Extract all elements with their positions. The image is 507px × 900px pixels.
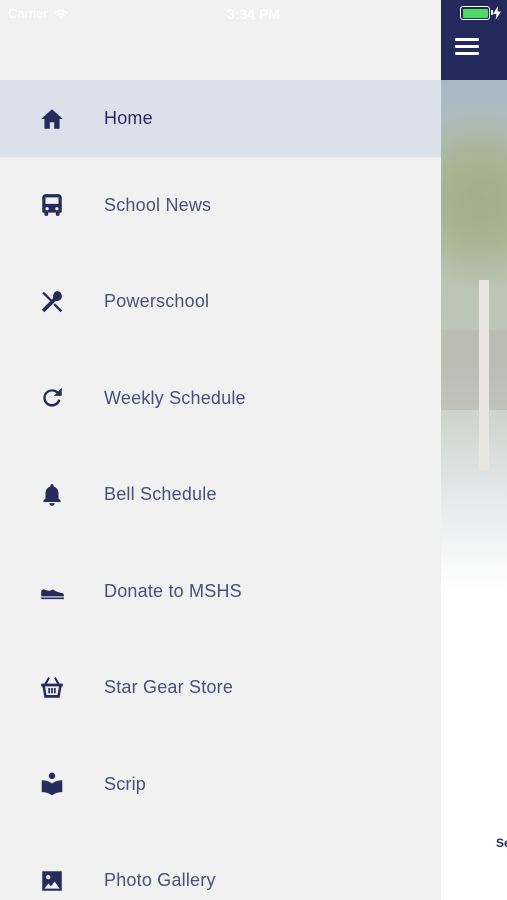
menu-item-photo-gallery[interactable]: Photo Gallery — [0, 833, 441, 900]
menu-item-label: School News — [104, 194, 212, 215]
menu-item-school-news[interactable]: School News — [0, 157, 441, 254]
menu-item-label: Home — [104, 108, 153, 128]
menu-item-scrip[interactable]: Scrip — [0, 736, 441, 833]
battery-icon — [460, 6, 493, 20]
refresh-icon — [36, 382, 68, 414]
menu-item-donate-to-mshs[interactable]: Donate to MSHS — [0, 543, 441, 640]
shoe-icon — [36, 575, 68, 607]
bus-icon — [36, 189, 68, 221]
menu-item-powerschool[interactable]: Powerschool — [0, 254, 441, 351]
battery-level — [462, 8, 488, 18]
bolt-icon — [493, 6, 501, 20]
menu-item-home[interactable]: Home — [0, 80, 441, 157]
main-content[interactable]: Se — [441, 0, 507, 900]
status-time: 3:34 PM — [227, 6, 280, 22]
hero-image — [441, 80, 507, 590]
navigation-drawer: Home School News Powerschool Weekly Schedul… — [0, 0, 441, 900]
menu-item-bell-schedule[interactable]: Bell Schedule — [0, 447, 441, 544]
status-right — [460, 6, 501, 20]
menu-item-label: Powerschool — [104, 291, 210, 312]
hamburger-icon[interactable] — [455, 38, 479, 58]
menu-item-star-gear-store[interactable]: Star Gear Store — [0, 640, 441, 737]
menu-item-label: Star Gear Store — [104, 677, 234, 698]
peek-text: Se — [496, 836, 507, 850]
book-reader-icon — [36, 768, 68, 800]
menu-item-label: Photo Gallery — [104, 870, 216, 891]
menu-item-label: Weekly Schedule — [104, 387, 246, 408]
home-icon — [36, 103, 68, 135]
menu-item-label: Bell Schedule — [104, 484, 217, 505]
utensils-icon — [36, 286, 68, 318]
status-bar: Carrier 3:34 PM — [0, 0, 507, 28]
bell-icon — [36, 479, 68, 511]
menu-item-label: Scrip — [104, 773, 147, 794]
menu-list: Home School News Powerschool Weekly Schedul… — [0, 80, 441, 900]
basket-icon — [36, 672, 68, 704]
image-icon — [36, 865, 68, 897]
menu-item-weekly-schedule[interactable]: Weekly Schedule — [0, 350, 441, 447]
menu-item-label: Donate to MSHS — [104, 580, 242, 601]
